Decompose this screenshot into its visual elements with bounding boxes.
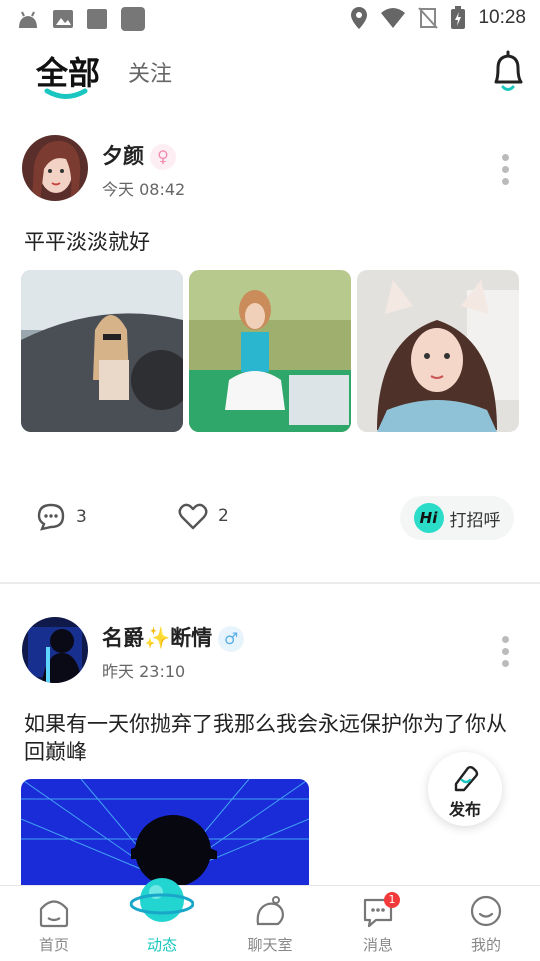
like-button[interactable]: 2: [178, 502, 229, 530]
chatroom-icon: [256, 896, 284, 926]
hi-badge: Hi: [413, 503, 444, 533]
photo-in-car[interactable]: [21, 270, 183, 432]
post-divider: [0, 582, 540, 584]
nav-messages[interactable]: 1 消息: [324, 886, 432, 961]
username[interactable]: 夕颜 ♀: [102, 140, 176, 170]
more-options-icon[interactable]: [500, 154, 510, 190]
photo-neon-grid[interactable]: [21, 779, 309, 885]
post-time: 今天 08:42: [102, 180, 186, 199]
male-gender-icon: ♂: [218, 626, 245, 652]
comment-button[interactable]: 3: [36, 502, 87, 532]
status-bar: 10:28: [0, 0, 540, 36]
nav-profile[interactable]: 我的: [432, 886, 540, 961]
greet-label: 打招呼: [449, 510, 501, 531]
post-card[interactable]: 名爵✨断情 ♂ 昨天 23:10 如果有一天你抛弃了我那么我会永远保护你为了你从 …: [0, 610, 540, 885]
battery-charging-icon: [451, 6, 466, 29]
post-text: 如果有一天你抛弃了我那么我会永远保护你为了你从 回巅峰: [24, 710, 507, 766]
nav-chatroom[interactable]: 聊天室: [216, 886, 324, 961]
post-text-line: 如果有一天你抛弃了我那么我会永远保护你为了你从: [24, 712, 507, 736]
wifi-icon: [381, 8, 406, 28]
photo-golf-range[interactable]: [189, 270, 351, 432]
bottom-nav: 首页 动态 聊天室 1 消息 我的: [0, 878, 540, 961]
publish-label: 发布: [448, 800, 481, 819]
post-card[interactable]: 夕颜 ♀ 今天 08:42 平平淡淡就好 3 2 Hi 打招呼: [0, 130, 540, 580]
heart-icon: [178, 503, 208, 530]
planet-icon: [130, 878, 194, 922]
location-icon: [351, 7, 368, 29]
nav-home[interactable]: 首页: [0, 886, 108, 961]
pencil-icon: [454, 766, 479, 792]
comment-count: 3: [76, 507, 87, 527]
photo-grid: [0, 270, 540, 432]
female-gender-icon: ♀: [150, 144, 176, 170]
comment-icon: [37, 503, 65, 531]
bell-icon[interactable]: [488, 50, 528, 94]
post-actions: 3 2 Hi 打招呼: [0, 496, 540, 546]
smile-icon: [470, 895, 502, 927]
top-tab-bar: 全部 关注: [0, 40, 540, 110]
publish-button[interactable]: 发布: [428, 752, 502, 826]
android-icon: [19, 11, 37, 28]
nav-feed[interactable]: 动态: [108, 878, 216, 961]
tab-active-indicator: [44, 88, 88, 99]
app-icon: [121, 7, 145, 31]
home-icon: [39, 900, 69, 928]
no-signal-icon: [418, 7, 439, 29]
avatar[interactable]: [22, 617, 88, 683]
post-text: 平平淡淡就好: [24, 230, 150, 254]
clock: 10:28: [478, 7, 526, 28]
post-time: 昨天 23:10: [102, 662, 186, 681]
square-icon: [87, 9, 107, 29]
like-count: 2: [218, 506, 229, 526]
more-options-icon[interactable]: [500, 636, 510, 672]
gallery-icon: [53, 10, 73, 28]
avatar[interactable]: [22, 135, 88, 201]
photo-cat-ears[interactable]: [357, 270, 519, 432]
tab-following[interactable]: 关注: [128, 56, 172, 88]
unread-badge: 1: [384, 892, 400, 908]
post-text-line: 回巅峰: [24, 740, 87, 764]
greet-button[interactable]: Hi 打招呼: [400, 496, 514, 540]
username[interactable]: 名爵✨断情 ♂: [102, 622, 245, 652]
